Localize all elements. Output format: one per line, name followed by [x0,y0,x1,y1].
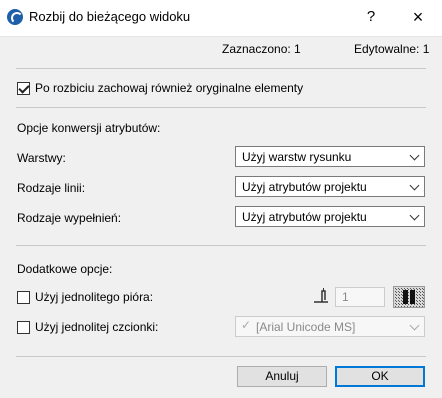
divider [16,245,426,246]
checkmark-icon: ✓ [241,318,252,332]
window-title: Rozbij do bieżącego widoku [29,9,191,24]
archicad-app-icon [7,9,23,25]
help-button[interactable]: ? [356,4,386,30]
fill-types-dropdown[interactable]: Użyj atrybutów projektu [235,206,425,227]
conversion-heading: Opcje konwersji atrybutów: [17,121,161,135]
pen-number-field[interactable]: 1 [335,287,385,307]
chevron-down-icon [409,180,420,191]
ok-button[interactable]: OK [335,366,425,387]
close-button[interactable]: × [403,4,433,30]
uniform-font-label[interactable]: Użyj jednolitej czcionki: [35,320,158,334]
pen-color-swatch[interactable] [393,286,425,308]
uniform-pen-label[interactable]: Użyj jednolitego pióra: [35,290,153,304]
keep-original-checkbox[interactable] [17,82,30,95]
chevron-down-icon [409,210,420,221]
pen-number-value: 1 [342,290,349,304]
line-types-label: Rodzaje linii: [17,181,86,195]
keep-original-label[interactable]: Po rozbiciu zachowaj również oryginalne … [35,81,303,95]
layers-value: Użyj warstw rysunku [242,150,352,164]
divider [16,356,426,357]
editable-count: Edytowalne: 1 [354,42,430,56]
divider [16,68,426,69]
title-bar: Rozbij do bieżącego widoku ? × [0,0,442,36]
fill-types-value: Użyj atrybutów projektu [242,210,367,224]
layers-dropdown[interactable]: Użyj warstw rysunku [235,146,425,167]
layers-label: Warstwy: [17,151,66,165]
extra-options-heading: Dodatkowe opcje: [17,262,113,276]
pen-icon [314,288,328,303]
line-types-value: Użyj atrybutów projektu [242,180,367,194]
uniform-font-checkbox[interactable] [17,321,30,334]
divider [16,107,426,108]
uniform-pen-checkbox[interactable] [17,291,30,304]
cancel-button[interactable]: Anuluj [237,366,327,387]
selected-count: Zaznaczono: 1 [222,42,301,56]
chevron-down-icon [409,150,420,161]
font-dropdown[interactable]: ✓ [Arial Unicode MS] [235,316,425,337]
chevron-down-icon [409,320,420,331]
font-value: [Arial Unicode MS] [256,320,356,334]
line-types-dropdown[interactable]: Użyj atrybutów projektu [235,176,425,197]
fill-types-label: Rodzaje wypełnień: [17,211,122,225]
